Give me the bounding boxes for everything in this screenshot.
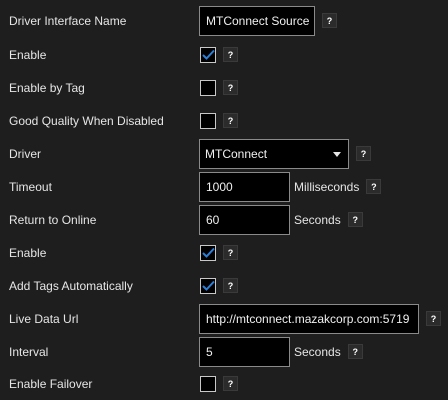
interval-label: Interval bbox=[9, 344, 49, 359]
timeout-input[interactable]: 1000 bbox=[199, 171, 290, 202]
row-interval: Interval 5 Seconds ? bbox=[0, 335, 448, 368]
enable-live-data-label: Enable bbox=[9, 245, 47, 260]
enable-live-data-checkbox[interactable] bbox=[200, 244, 216, 261]
help-icon[interactable]: ? bbox=[366, 179, 382, 194]
enable-failover-checkbox[interactable] bbox=[200, 375, 216, 392]
help-icon[interactable]: ? bbox=[347, 344, 363, 359]
timeout-label: Timeout bbox=[9, 179, 52, 194]
return-to-online-unit: Seconds bbox=[294, 212, 341, 227]
add-tags-automatically-checkbox[interactable] bbox=[200, 277, 216, 294]
driver-interface-name-input[interactable]: MTConnect Source bbox=[199, 5, 315, 36]
row-driver: Driver MTConnect ? bbox=[0, 137, 448, 170]
live-data-url-input[interactable]: http://mtconnect.mazakcorp.com:5719 bbox=[199, 303, 419, 334]
help-icon[interactable]: ? bbox=[223, 278, 238, 293]
row-driver-interface-name: Driver Interface Name MTConnect Source ? bbox=[0, 4, 448, 37]
checkmark-icon bbox=[201, 49, 215, 60]
driver-label: Driver bbox=[9, 146, 41, 161]
help-icon[interactable]: ? bbox=[223, 113, 238, 128]
checkmark-icon bbox=[201, 247, 215, 258]
enable-checkbox[interactable] bbox=[200, 46, 216, 63]
add-tags-automatically-label: Add Tags Automatically bbox=[9, 278, 133, 293]
enable-by-tag-label: Enable by Tag bbox=[9, 80, 85, 95]
interval-unit: Seconds bbox=[294, 344, 341, 359]
return-to-online-label: Return to Online bbox=[9, 212, 97, 227]
good-quality-when-disabled-label: Good Quality When Disabled bbox=[9, 113, 164, 128]
row-enable-live-data: Enable ? bbox=[0, 236, 448, 269]
driver-select[interactable]: MTConnect bbox=[199, 138, 349, 169]
row-enable: Enable ? bbox=[0, 38, 448, 71]
timeout-unit: Milliseconds bbox=[294, 179, 360, 194]
enable-by-tag-checkbox[interactable] bbox=[200, 79, 216, 96]
driver-interface-name-label: Driver Interface Name bbox=[9, 13, 127, 28]
row-return-to-online: Return to Online 60 Seconds ? bbox=[0, 203, 448, 236]
chevron-down-icon bbox=[333, 151, 341, 157]
interval-input[interactable]: 5 bbox=[199, 336, 290, 367]
enable-failover-label: Enable Failover bbox=[9, 376, 93, 391]
help-icon[interactable]: ? bbox=[322, 13, 337, 28]
enable-label: Enable bbox=[9, 47, 47, 62]
row-enable-failover: Enable Failover ? bbox=[0, 367, 448, 400]
row-enable-by-tag: Enable by Tag ? bbox=[0, 71, 448, 104]
row-good-quality-when-disabled: Good Quality When Disabled ? bbox=[0, 104, 448, 137]
help-icon[interactable]: ? bbox=[356, 146, 371, 161]
return-to-online-input[interactable]: 60 bbox=[199, 204, 290, 235]
help-icon[interactable]: ? bbox=[223, 47, 238, 62]
checkmark-icon bbox=[201, 280, 215, 291]
driver-select-value: MTConnect bbox=[205, 146, 268, 161]
help-icon[interactable]: ? bbox=[347, 212, 363, 227]
help-icon[interactable]: ? bbox=[426, 311, 441, 326]
help-icon[interactable]: ? bbox=[223, 80, 238, 95]
row-timeout: Timeout 1000 Milliseconds ? bbox=[0, 170, 448, 203]
row-live-data-url: Live Data Url http://mtconnect.mazakcorp… bbox=[0, 302, 448, 335]
help-icon[interactable]: ? bbox=[223, 376, 238, 391]
live-data-url-label: Live Data Url bbox=[9, 311, 79, 326]
good-quality-when-disabled-checkbox[interactable] bbox=[200, 112, 216, 129]
row-add-tags-automatically: Add Tags Automatically ? bbox=[0, 269, 448, 302]
help-icon[interactable]: ? bbox=[223, 245, 238, 260]
